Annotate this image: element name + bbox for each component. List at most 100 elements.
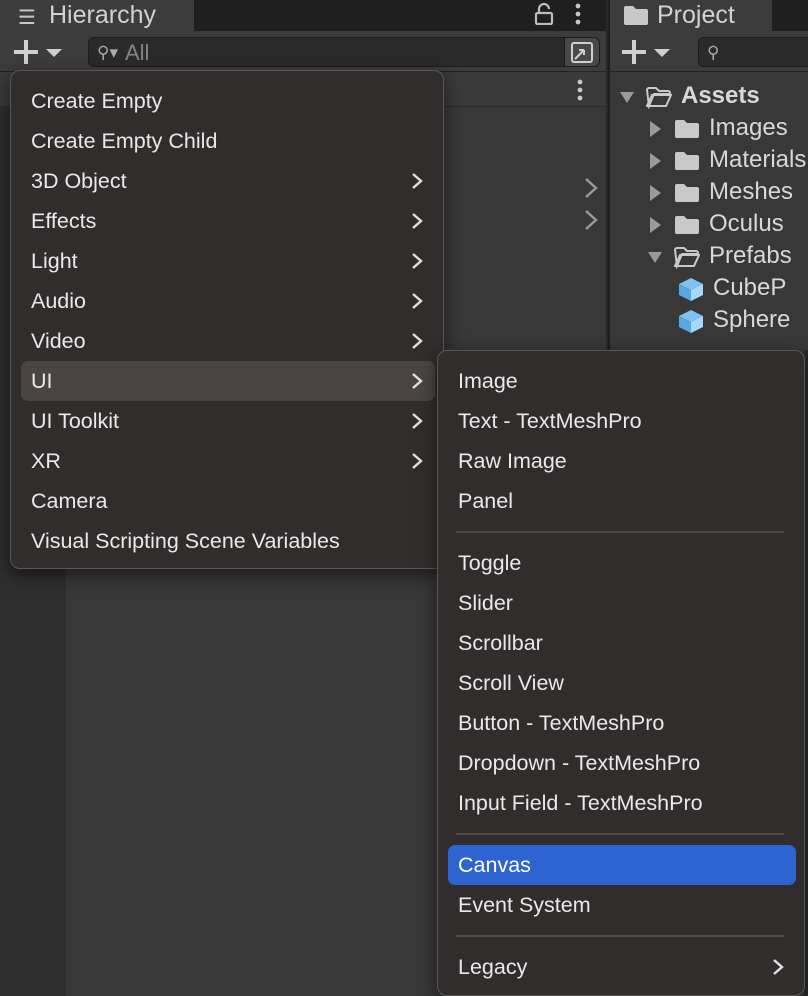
- folder-open-icon: [674, 247, 700, 269]
- project-tree-item-label: Prefabs: [709, 242, 792, 269]
- project-tree-item[interactable]: Assets: [610, 81, 808, 113]
- collapsed-triangle-icon[interactable]: [648, 217, 662, 233]
- menu-separator: [456, 935, 784, 937]
- hierarchy-search-field[interactable]: ⚲▾ All: [88, 37, 600, 67]
- hierarchy-tab-title: Hierarchy: [49, 1, 156, 29]
- submenu-item-scroll-view[interactable]: Scroll View: [448, 663, 796, 703]
- menu-item-label: Scrollbar: [458, 631, 543, 655]
- menu-item-video[interactable]: Video: [21, 321, 435, 361]
- menu-item-label: Dropdown - TextMeshPro: [458, 751, 701, 775]
- menu-item-label: Camera: [31, 489, 108, 513]
- menu-item-label: UI: [31, 369, 53, 393]
- submenu-item-dropdown-textmeshpro[interactable]: Dropdown - TextMeshPro: [448, 743, 796, 783]
- submenu-item-button-textmeshpro[interactable]: Button - TextMeshPro: [448, 703, 796, 743]
- menu-item-label: Create Empty Child: [31, 129, 218, 153]
- submenu-item-panel[interactable]: Panel: [448, 481, 796, 521]
- project-tree-item-label: Assets: [681, 82, 760, 109]
- project-tree-item-label: Images: [709, 114, 788, 141]
- project-tree-item[interactable]: Meshes: [610, 177, 808, 209]
- menu-item-visual-scripting-scene-variables[interactable]: Visual Scripting Scene Variables: [21, 521, 435, 561]
- project-tree-item[interactable]: Sphere: [610, 305, 808, 337]
- submenu-item-text-textmeshpro[interactable]: Text - TextMeshPro: [448, 401, 796, 441]
- collapsed-triangle-icon[interactable]: [648, 121, 662, 137]
- folder-icon: [675, 120, 699, 138]
- folder-icon: [624, 6, 648, 25]
- project-tree-item[interactable]: Prefabs: [610, 241, 808, 273]
- scene-search-icon: [571, 42, 593, 63]
- chevron-right-icon: [412, 333, 423, 349]
- submenu-item-slider[interactable]: Slider: [448, 583, 796, 623]
- menu-item-label: Create Empty: [31, 89, 163, 113]
- submenu-item-toggle[interactable]: Toggle: [448, 543, 796, 583]
- chevron-right-icon: [412, 413, 423, 429]
- collapsed-triangle-icon[interactable]: [648, 185, 662, 201]
- lock-icon[interactable]: [534, 3, 554, 25]
- menu-item-light[interactable]: Light: [21, 241, 435, 281]
- menu-item-label: Toggle: [458, 551, 522, 575]
- hierarchy-more-options-icon[interactable]: [570, 2, 586, 26]
- create-context-menu: Create Empty Create Empty Child 3D Objec…: [10, 70, 444, 569]
- search-icon: ⚲: [707, 43, 720, 62]
- folder-open-icon: [646, 87, 672, 109]
- hierarchy-create-button[interactable]: [14, 40, 64, 64]
- scene-more-options-icon[interactable]: [572, 78, 588, 102]
- menu-item-label: Audio: [31, 289, 86, 313]
- folder-icon: [675, 152, 699, 170]
- project-tree-item-label: Sphere: [713, 306, 791, 333]
- chevron-right-icon: [412, 173, 423, 189]
- submenu-item-image[interactable]: Image: [448, 361, 796, 401]
- collapsed-triangle-icon[interactable]: [648, 153, 662, 169]
- chevron-right-icon: [412, 293, 423, 309]
- menu-item-label: Canvas: [458, 853, 531, 877]
- hierarchy-search-options-button[interactable]: [564, 37, 600, 67]
- project-tree-item[interactable]: Materials: [610, 145, 808, 177]
- menu-item-label: Image: [458, 369, 518, 393]
- expanded-triangle-icon[interactable]: [620, 89, 634, 105]
- menu-item-label: UI Toolkit: [31, 409, 120, 433]
- expanded-triangle-icon[interactable]: [648, 249, 662, 265]
- menu-item-audio[interactable]: Audio: [21, 281, 435, 321]
- project-create-button[interactable]: [622, 40, 672, 64]
- menu-item-label: Input Field - TextMeshPro: [458, 791, 703, 815]
- menu-item-label: Legacy: [458, 955, 528, 979]
- project-tab[interactable]: Project: [610, 0, 772, 31]
- menu-item-camera[interactable]: Camera: [21, 481, 435, 521]
- menu-item-3d-object[interactable]: 3D Object: [21, 161, 435, 201]
- menu-item-effects[interactable]: Effects: [21, 201, 435, 241]
- menu-item-create-empty[interactable]: Create Empty: [21, 81, 435, 121]
- menu-separator: [456, 531, 784, 533]
- hierarchy-tab[interactable]: ☰ Hierarchy: [0, 0, 194, 31]
- project-tree-item[interactable]: Oculus: [610, 209, 808, 241]
- submenu-item-event-system[interactable]: Event System: [448, 885, 796, 925]
- project-tree-item-label: Materials: [709, 146, 807, 173]
- submenu-item-canvas[interactable]: Canvas: [448, 845, 796, 885]
- menu-item-label: Light: [31, 249, 78, 273]
- hierarchy-list-icon: ☰: [18, 7, 36, 29]
- chevron-right-icon: [412, 373, 423, 389]
- menu-item-xr[interactable]: XR: [21, 441, 435, 481]
- project-tree-item-label: Meshes: [709, 178, 794, 205]
- menu-item-label: Slider: [458, 591, 513, 615]
- submenu-item-input-field-textmeshpro[interactable]: Input Field - TextMeshPro: [448, 783, 796, 823]
- menu-item-create-empty-child[interactable]: Create Empty Child: [21, 121, 435, 161]
- ui-submenu: Image Text - TextMeshPro Raw Image Panel…: [437, 350, 805, 996]
- folder-icon: [675, 216, 699, 234]
- submenu-item-legacy[interactable]: Legacy: [448, 947, 796, 987]
- hierarchy-search-placeholder: All: [125, 40, 150, 65]
- menu-item-label: Visual Scripting Scene Variables: [31, 529, 340, 553]
- chevron-right-icon[interactable]: [582, 176, 600, 200]
- search-icon: ⚲▾: [97, 43, 118, 62]
- project-tree-item[interactable]: CubeP: [610, 273, 808, 305]
- menu-item-ui[interactable]: UI: [21, 361, 435, 401]
- project-tree-item-label: Oculus: [709, 210, 784, 237]
- menu-item-ui-toolkit[interactable]: UI Toolkit: [21, 401, 435, 441]
- submenu-item-raw-image[interactable]: Raw Image: [448, 441, 796, 481]
- project-tree-item-label: CubeP: [713, 274, 787, 301]
- folder-icon: [675, 184, 699, 202]
- project-tree-item[interactable]: Images: [610, 113, 808, 145]
- menu-item-label: Text - TextMeshPro: [458, 409, 642, 433]
- menu-item-label: Button - TextMeshPro: [458, 711, 665, 735]
- chevron-right-icon[interactable]: [582, 208, 600, 232]
- project-search-field[interactable]: ⚲: [698, 37, 808, 67]
- submenu-item-scrollbar[interactable]: Scrollbar: [448, 623, 796, 663]
